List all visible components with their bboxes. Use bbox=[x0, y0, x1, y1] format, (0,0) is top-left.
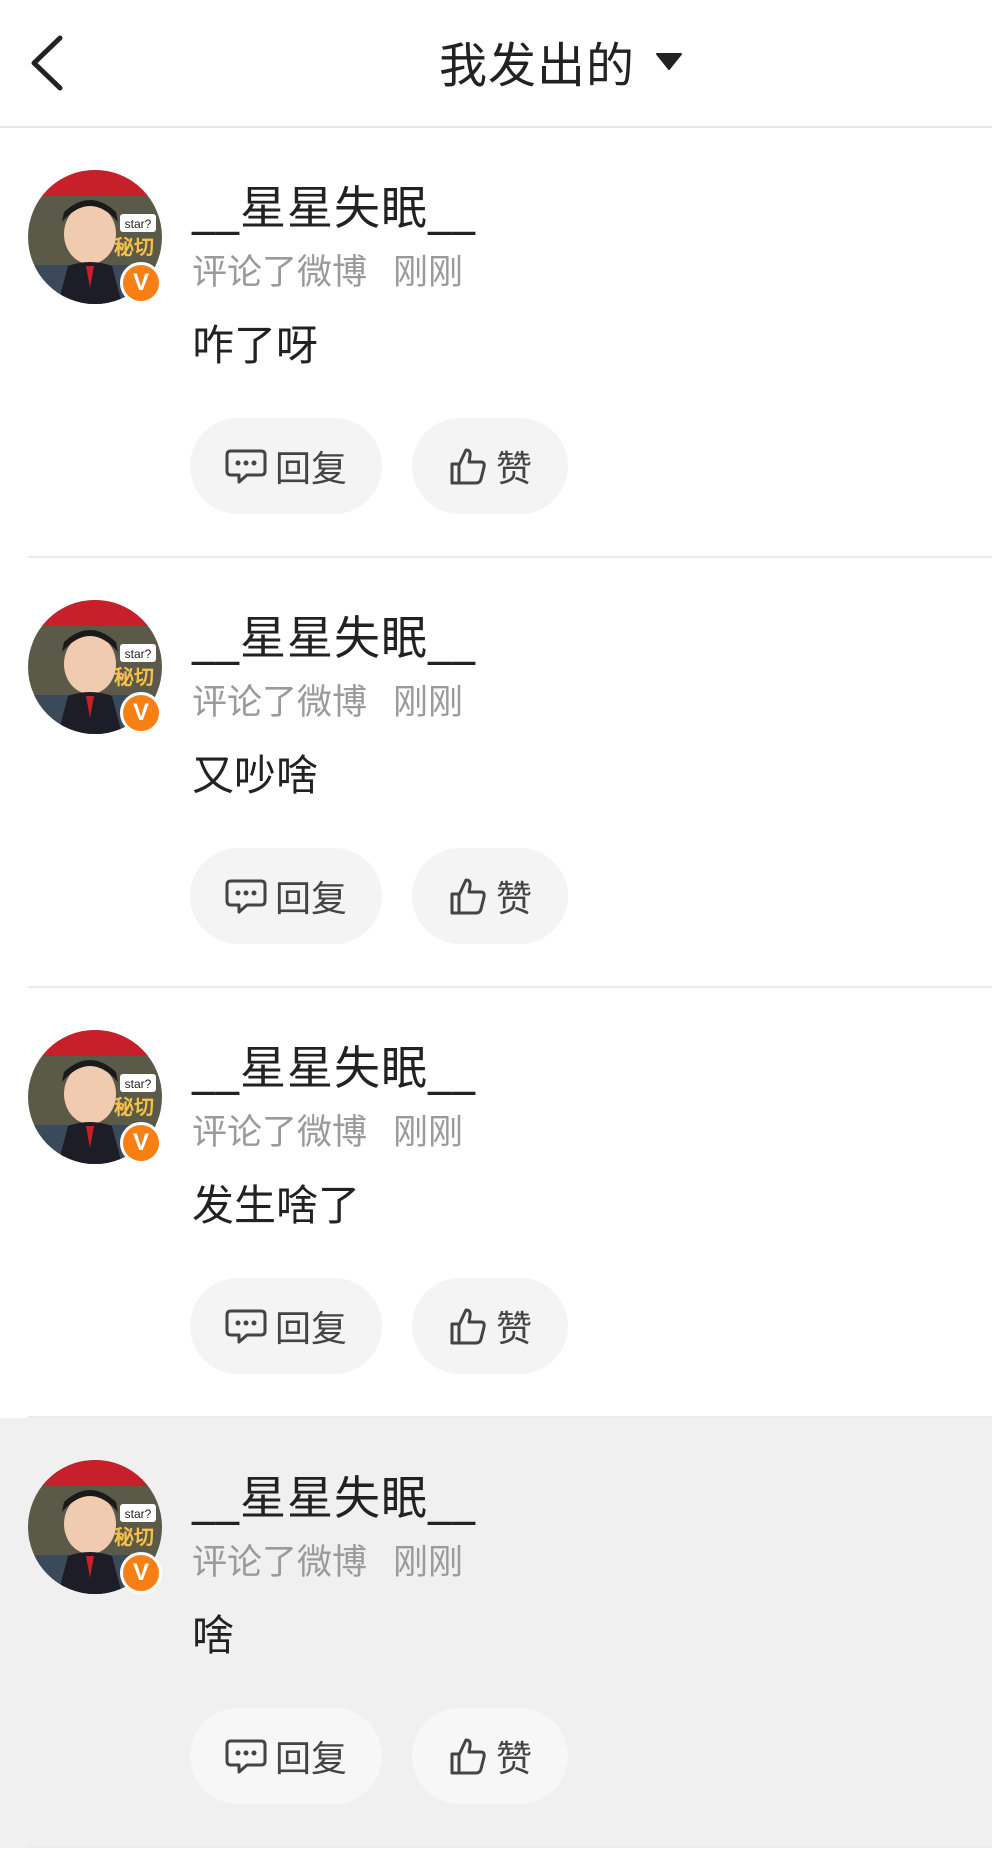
comment-meta: 评论了微博 刚刚 bbox=[192, 1538, 463, 1588]
username[interactable]: __星星失眠__ bbox=[192, 606, 476, 670]
page-title: 我发出的 bbox=[438, 38, 635, 94]
timestamp: 刚刚 bbox=[393, 683, 464, 723]
svg-text:star?: star? bbox=[125, 217, 152, 231]
divider bbox=[28, 1846, 992, 1848]
svg-text:秘切: 秘切 bbox=[114, 1525, 154, 1549]
reply-button[interactable]: 回复 bbox=[190, 1278, 382, 1374]
reply-label: 回复 bbox=[274, 1309, 347, 1350]
like-label: 赞 bbox=[495, 1739, 532, 1780]
comment-item[interactable]: star? 秘切 V __星星失眠__ 评论了微博 刚刚 发生啥了 回复 赞 bbox=[0, 988, 992, 1418]
comment-bubble-icon bbox=[225, 1739, 267, 1774]
svg-text:star?: star? bbox=[125, 647, 152, 661]
action-text: 评论了微博 bbox=[192, 683, 368, 723]
timestamp: 刚刚 bbox=[393, 253, 464, 293]
avatar[interactable]: star? 秘切 V bbox=[28, 600, 162, 734]
reply-button[interactable]: 回复 bbox=[190, 418, 382, 514]
action-text: 评论了微博 bbox=[192, 253, 368, 293]
top-bar: 我发出的 bbox=[0, 0, 992, 128]
svg-text:秘切: 秘切 bbox=[114, 1095, 154, 1119]
like-button[interactable]: 赞 bbox=[412, 1278, 568, 1374]
username[interactable]: __星星失眠__ bbox=[192, 1466, 476, 1530]
reply-label: 回复 bbox=[274, 449, 347, 490]
timestamp: 刚刚 bbox=[393, 1113, 464, 1153]
thumbs-up-icon bbox=[450, 878, 486, 915]
avatar[interactable]: star? 秘切 V bbox=[28, 1460, 162, 1594]
reply-button[interactable]: 回复 bbox=[190, 1708, 382, 1804]
comment-bubble-icon bbox=[225, 449, 267, 484]
comment-bubble-icon bbox=[225, 879, 267, 914]
svg-text:秘切: 秘切 bbox=[114, 235, 154, 259]
username[interactable]: __星星失眠__ bbox=[192, 1036, 476, 1100]
reply-button[interactable]: 回复 bbox=[190, 848, 382, 944]
like-button[interactable]: 赞 bbox=[412, 848, 568, 944]
like-label: 赞 bbox=[495, 1309, 532, 1350]
comment-text: 发生啥了 bbox=[192, 1181, 361, 1230]
like-label: 赞 bbox=[495, 449, 532, 490]
svg-text:秘切: 秘切 bbox=[114, 665, 154, 689]
avatar[interactable]: star? 秘切 V bbox=[28, 170, 162, 304]
thumbs-up-icon bbox=[450, 448, 486, 485]
like-button[interactable]: 赞 bbox=[412, 1708, 568, 1804]
verified-icon: V bbox=[120, 1122, 162, 1164]
comment-bubble-icon bbox=[225, 1309, 267, 1344]
action-text: 评论了微博 bbox=[192, 1113, 368, 1153]
comment-meta: 评论了微博 刚刚 bbox=[192, 1108, 463, 1158]
comment-item[interactable]: star? 秘切 V __星星失眠__ 评论了微博 刚刚 咋了呀 回复 赞 bbox=[0, 128, 992, 558]
like-button[interactable]: 赞 bbox=[412, 418, 568, 514]
comment-text: 又吵啥 bbox=[192, 751, 319, 800]
reply-label: 回复 bbox=[274, 1739, 347, 1780]
action-text: 评论了微博 bbox=[192, 1543, 368, 1583]
like-label: 赞 bbox=[495, 879, 532, 920]
verified-icon: V bbox=[120, 1552, 162, 1594]
title-dropdown[interactable]: 我发出的 bbox=[0, 30, 992, 94]
svg-text:star?: star? bbox=[125, 1507, 152, 1521]
comment-meta: 评论了微博 刚刚 bbox=[192, 678, 463, 728]
comment-meta: 评论了微博 刚刚 bbox=[192, 248, 463, 298]
avatar[interactable]: star? 秘切 V bbox=[28, 1030, 162, 1164]
verified-icon: V bbox=[120, 692, 162, 734]
triangle-down-icon bbox=[656, 53, 682, 70]
comment-text: 啥 bbox=[192, 1611, 235, 1660]
reply-label: 回复 bbox=[274, 879, 347, 920]
verified-icon: V bbox=[120, 262, 162, 304]
svg-text:star?: star? bbox=[125, 1077, 152, 1091]
comment-text: 咋了呀 bbox=[192, 321, 319, 370]
username[interactable]: __星星失眠__ bbox=[192, 176, 476, 240]
thumbs-up-icon bbox=[450, 1738, 486, 1775]
thumbs-up-icon bbox=[450, 1308, 486, 1345]
timestamp: 刚刚 bbox=[393, 1543, 464, 1583]
comment-item-highlighted[interactable]: star? 秘切 V __星星失眠__ 评论了微博 刚刚 啥 回复 赞 bbox=[0, 1418, 992, 1848]
comment-item[interactable]: star? 秘切 V __星星失眠__ 评论了微博 刚刚 又吵啥 回复 赞 bbox=[0, 558, 992, 988]
